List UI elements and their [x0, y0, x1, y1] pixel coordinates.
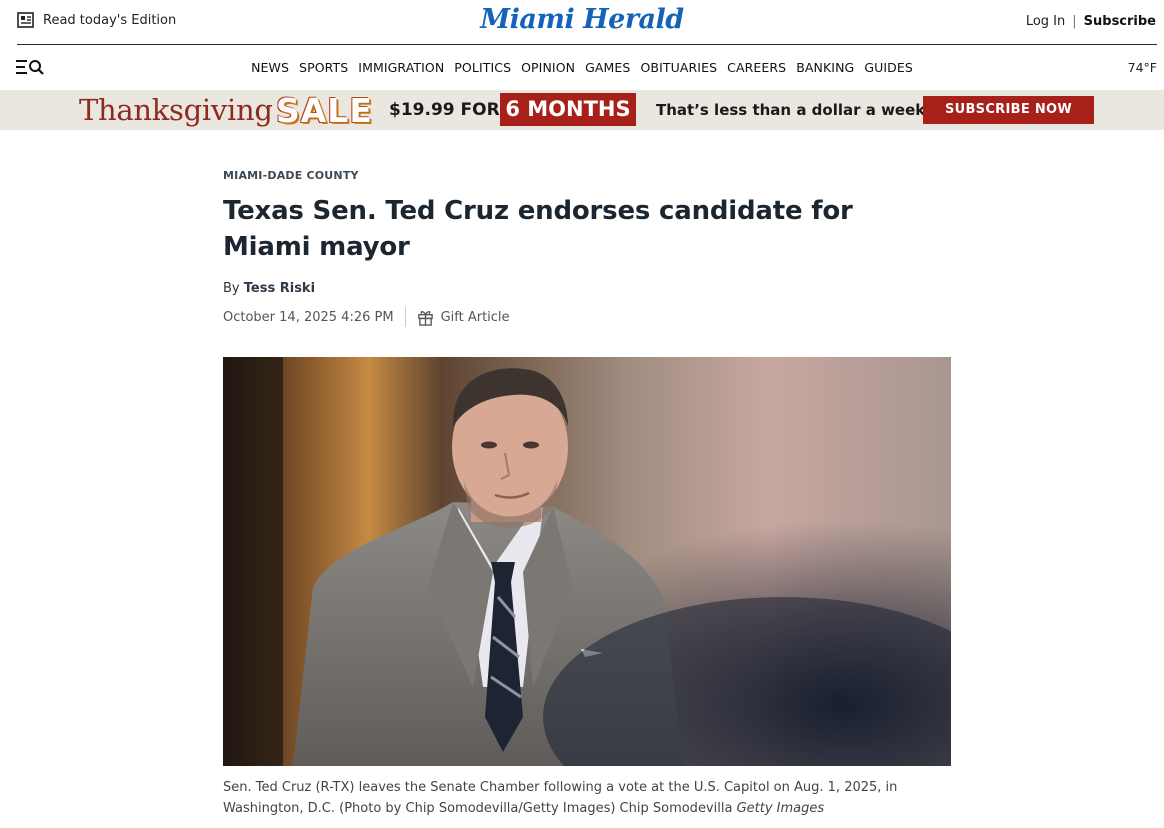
- nav-items: NEWS SPORTS IMMIGRATION POLITICS OPINION…: [0, 60, 1164, 75]
- promo-months: 6 MONTHS: [500, 93, 636, 126]
- site-logo[interactable]: Miami Herald: [0, 4, 1164, 35]
- author-link[interactable]: Tess Riski: [244, 281, 315, 296]
- gift-article-label: Gift Article: [440, 309, 510, 325]
- weather-temperature[interactable]: 74°F: [1128, 60, 1157, 75]
- nav-item-sports[interactable]: SPORTS: [299, 60, 348, 75]
- promo-thanksgiving: Thanksgiving: [79, 93, 273, 127]
- nav-item-games[interactable]: GAMES: [585, 60, 630, 75]
- article-headline: Texas Sen. Ted Cruz endorses candidate f…: [223, 196, 853, 262]
- gift-article-button[interactable]: Gift Article: [417, 309, 510, 326]
- senator-photo-illustration: [223, 357, 951, 766]
- gift-icon: [417, 310, 433, 326]
- meta-divider: [404, 307, 406, 327]
- account-links: Log In | Subscribe: [1026, 14, 1156, 29]
- subscribe-link[interactable]: Subscribe: [1084, 14, 1156, 29]
- article-meta: October 14, 2025 4:26 PM Gift Article: [223, 306, 510, 328]
- promo-sale: SALE: [276, 91, 373, 130]
- main-nav: NEWS SPORTS IMMIGRATION POLITICS OPINION…: [0, 45, 1164, 89]
- account-separator: |: [1072, 14, 1077, 29]
- caption-credit: Getty Images: [736, 801, 825, 816]
- photo-caption: Sen. Ted Cruz (R-TX) leaves the Senate C…: [223, 777, 943, 819]
- promo-price: $19.99 FOR: [389, 100, 500, 120]
- nav-item-careers[interactable]: CAREERS: [727, 60, 786, 75]
- nav-item-immigration[interactable]: IMMIGRATION: [358, 60, 444, 75]
- byline: By Tess Riski: [223, 281, 315, 296]
- nav-item-banking[interactable]: BANKING: [796, 60, 854, 75]
- promo-banner[interactable]: Thanksgiving SALE $19.99 FOR 6 MONTHS Th…: [0, 90, 1164, 130]
- top-bar: Read today's Edition Miami Herald Log In…: [0, 0, 1164, 44]
- byline-prefix: By: [223, 281, 240, 296]
- nav-item-guides[interactable]: GUIDES: [864, 60, 913, 75]
- nav-item-obituaries[interactable]: OBITUARIES: [640, 60, 717, 75]
- login-link[interactable]: Log In: [1026, 14, 1065, 29]
- nav-item-opinion[interactable]: OPINION: [521, 60, 575, 75]
- promo-tagline: That’s less than a dollar a week!: [656, 101, 933, 119]
- article-section-kicker[interactable]: MIAMI-DADE COUNTY: [223, 169, 359, 182]
- published-date: October 14, 2025 4:26 PM: [223, 309, 394, 325]
- subscribe-now-button[interactable]: SUBSCRIBE NOW: [923, 96, 1094, 124]
- nav-item-politics[interactable]: POLITICS: [454, 60, 511, 75]
- article-lead-photo[interactable]: [223, 357, 951, 766]
- nav-item-news[interactable]: NEWS: [251, 60, 289, 75]
